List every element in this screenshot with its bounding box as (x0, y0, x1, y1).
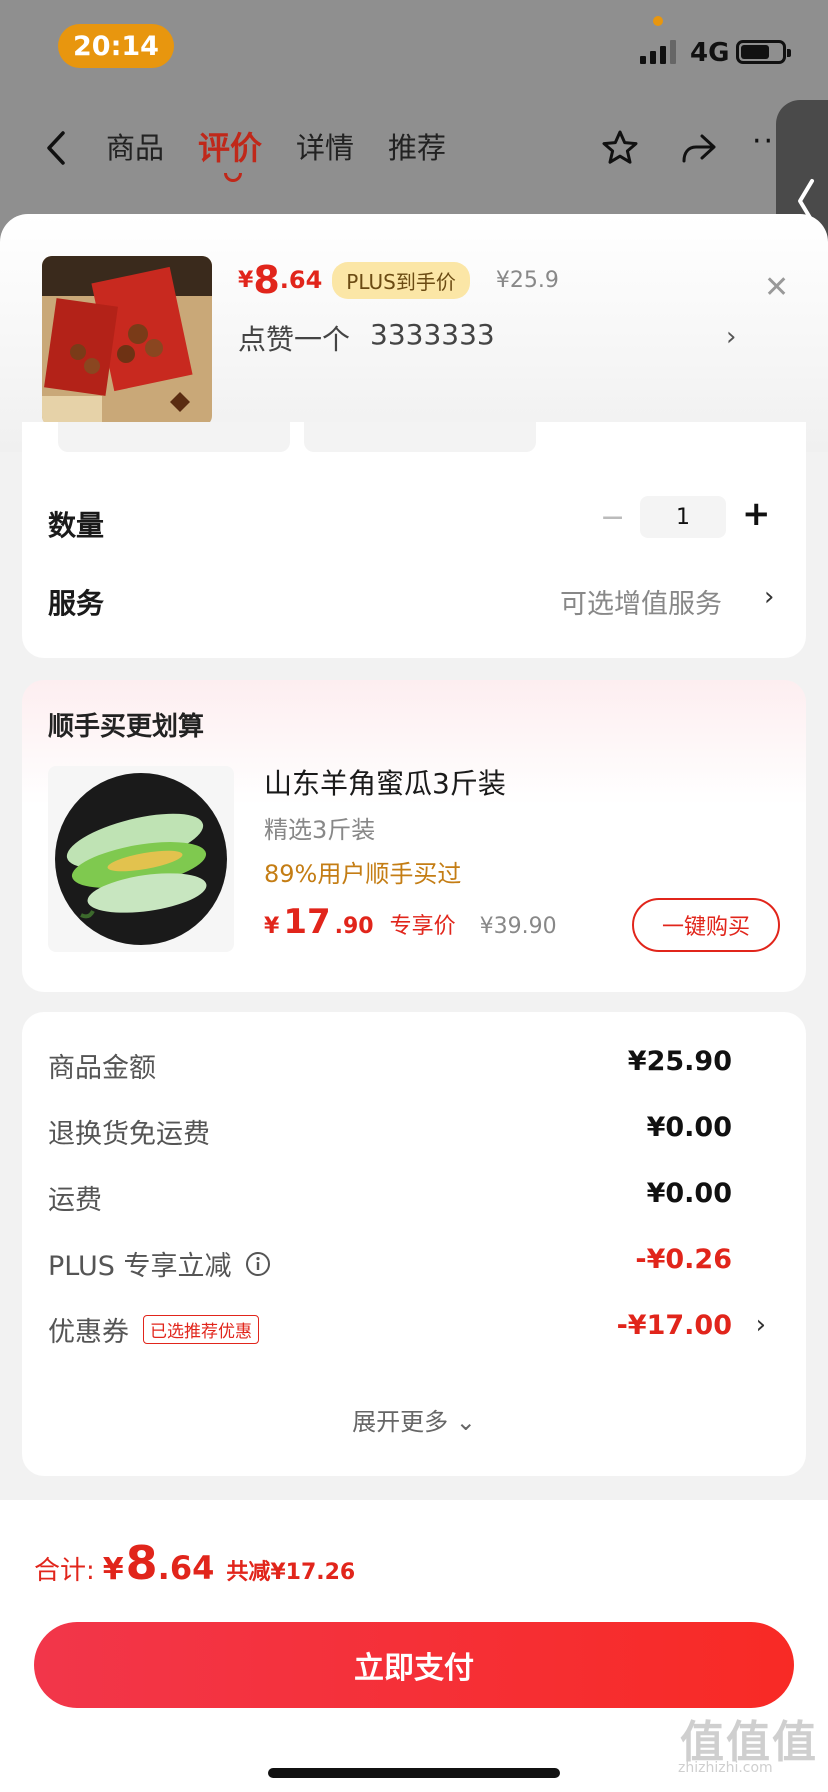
total-discount: 共减¥17.26 (226, 1560, 356, 1585)
nav-tabs: 商品 评价 详情 推荐 (106, 120, 446, 182)
service-value[interactable]: 可选增值服务 (560, 582, 722, 621)
bundle-item-price: ¥ 17 .90 专享价 ¥39.90 (264, 902, 557, 942)
status-bar: 20:14 4G (0, 0, 828, 96)
fee-row-plus-discount: PLUS 专享立减 -¥0.26 (48, 1244, 788, 1284)
signal-icon (640, 40, 676, 64)
order-panel: 数量 − 1 + 服务 可选增值服务 › 顺手买更划算 山东羊角蜜瓜3斤装 精选… (0, 422, 828, 1500)
tab-product[interactable]: 商品 (106, 120, 164, 176)
info-icon[interactable] (245, 1251, 271, 1277)
spec-section: 数量 − 1 + 服务 可选增值服务 › (22, 422, 806, 658)
total-decimal: .64 (157, 1549, 215, 1587)
fee-value: -¥17.00 (616, 1310, 732, 1341)
fee-label: 退换货免运费 (48, 1119, 210, 1150)
price-currency: ¥ (238, 267, 254, 293)
quantity-input[interactable]: 1 (640, 496, 726, 538)
total-currency: ¥ (102, 1552, 124, 1587)
melon-image (55, 773, 227, 945)
active-tab-indicator (224, 173, 243, 182)
spec-option-chip[interactable] (304, 422, 536, 452)
tab-recommend[interactable]: 推荐 (388, 120, 446, 176)
like-text: 点赞一个 (238, 323, 351, 356)
fee-label: 优惠券 (48, 1317, 129, 1348)
fee-label: PLUS 专享立减 (48, 1251, 232, 1282)
chevron-right-icon: › (755, 1310, 766, 1340)
bundle-title: 顺手买更划算 (48, 712, 205, 742)
navbar: 商品 评价 详情 推荐 (0, 110, 828, 186)
product-image (42, 256, 212, 426)
bundle-price-currency: ¥ (264, 914, 280, 939)
share-button[interactable] (676, 126, 720, 170)
bundle-price-integer: 17 (283, 902, 331, 942)
fee-label: 商品金额 (48, 1053, 156, 1084)
star-icon (602, 130, 638, 164)
bundle-item-image[interactable] (48, 766, 234, 952)
favorite-button[interactable] (598, 126, 642, 170)
fee-value: ¥0.00 (646, 1112, 732, 1143)
network-label: 4G (690, 38, 730, 68)
product-summary-card: ¥ 8 .64 PLUS到手价 ¥25.9 ✕ 点赞一个 3333333 › (0, 214, 828, 452)
total-integer: 8 (125, 1536, 158, 1590)
total-label: 合计: (34, 1556, 95, 1586)
tab-reviews-label: 评价 (198, 129, 263, 167)
fee-label: 运费 (48, 1185, 102, 1216)
checkout-bar: 合计: ¥ 8 .64 共减¥17.26 立即支付 值值值 zhizhizhi.… (0, 1500, 828, 1792)
fee-row-subtotal: 商品金额 ¥25.90 (48, 1046, 788, 1086)
share-icon (682, 134, 716, 163)
bundle-item-stat: 89%用户顺手买过 (264, 860, 462, 888)
watermark-url: zhizhizhi.com (678, 1760, 773, 1776)
quantity-increase-button[interactable]: + (742, 494, 771, 534)
tab-details[interactable]: 详情 (296, 120, 354, 176)
battery-icon (736, 40, 791, 64)
review-summary[interactable]: 点赞一个 3333333 (238, 318, 495, 358)
fee-value: ¥0.00 (646, 1178, 732, 1209)
fee-breakdown-section: 商品金额 ¥25.90 退换货免运费 ¥0.00 运费 ¥0.00 PLUS 专… (22, 1012, 806, 1476)
spec-option-chip[interactable] (58, 422, 290, 452)
quantity-label: 数量 (48, 509, 105, 542)
bundle-price-tag: 专享价 (389, 914, 456, 939)
fee-row-return-shipping: 退换货免运费 ¥0.00 (48, 1112, 788, 1152)
product-thumbnail[interactable] (42, 256, 212, 426)
total-line: 合计: ¥ 8 .64 共减¥17.26 (34, 1536, 355, 1590)
privacy-indicator (653, 16, 663, 26)
quantity-decrease-button[interactable]: − (600, 500, 625, 535)
close-button[interactable]: ✕ (764, 270, 789, 305)
bundle-price-decimal: .90 (334, 914, 374, 939)
service-label: 服务 (48, 587, 105, 620)
like-value: 3333333 (370, 318, 495, 351)
fee-row-shipping: 运费 ¥0.00 (48, 1178, 788, 1218)
expand-more-button[interactable]: 展开更多 ⌄ (22, 1402, 806, 1437)
fee-row-coupon[interactable]: 优惠券 已选推荐优惠 -¥17.00 › (48, 1310, 788, 1350)
bundle-original-price: ¥39.90 (479, 914, 557, 939)
plus-price-badge: PLUS到手价 (332, 261, 470, 299)
fee-value: -¥0.26 (635, 1244, 732, 1275)
back-button[interactable] (38, 126, 74, 170)
status-time: 20:14 (58, 24, 174, 68)
original-price: ¥25.9 (495, 267, 559, 293)
chevron-left-icon (47, 131, 65, 165)
price-integer: 8 (253, 258, 280, 302)
chevron-right-icon: › (726, 322, 737, 352)
fee-value: ¥25.90 (627, 1046, 732, 1077)
fee-label-group: PLUS 专享立减 (48, 1244, 271, 1283)
bundle-item-spec: 精选3斤装 (264, 816, 376, 844)
chevron-right-icon: › (764, 582, 775, 612)
coupon-tag: 已选推荐优惠 (143, 1315, 259, 1344)
fee-label-group: 优惠券 已选推荐优惠 (48, 1310, 259, 1349)
pay-now-button[interactable]: 立即支付 (34, 1622, 794, 1708)
bundle-item-name[interactable]: 山东羊角蜜瓜3斤装 (264, 762, 506, 802)
price-decimal: .64 (279, 266, 323, 294)
product-price-row: ¥ 8 .64 PLUS到手价 ¥25.9 (238, 258, 559, 302)
bundle-section: 顺手买更划算 山东羊角蜜瓜3斤装 精选3斤装 89%用户顺手买过 ¥ 17 .9… (22, 680, 806, 992)
one-click-buy-button[interactable]: 一键购买 (632, 898, 780, 952)
tab-reviews[interactable]: 评价 (198, 120, 263, 182)
home-indicator[interactable] (268, 1768, 560, 1778)
